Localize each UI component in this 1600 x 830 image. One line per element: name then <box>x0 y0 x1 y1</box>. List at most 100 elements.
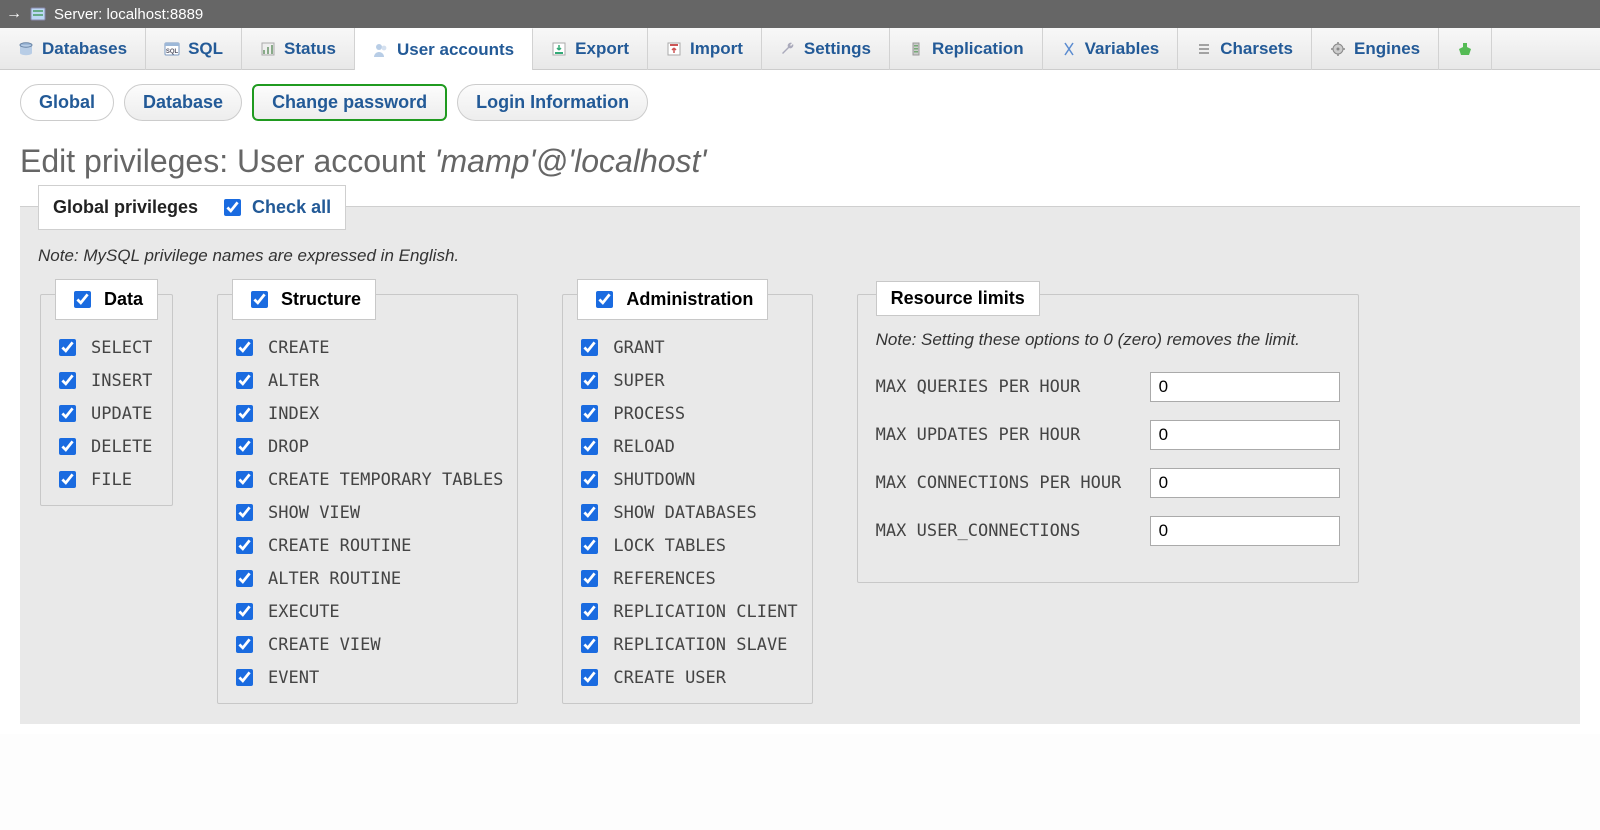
privilege-insert[interactable]: INSERT <box>55 369 158 392</box>
privilege-label: SHUTDOWN <box>613 470 695 490</box>
privilege-label: GRANT <box>613 338 664 358</box>
privilege-checkbox[interactable] <box>236 339 253 356</box>
privilege-checkbox[interactable] <box>581 636 598 653</box>
subtab-login-information[interactable]: Login Information <box>457 84 648 121</box>
privilege-checkbox[interactable] <box>581 603 598 620</box>
group-administration-legend[interactable]: Administration <box>577 279 768 320</box>
tab-import[interactable]: Import <box>648 28 762 70</box>
tab-settings[interactable]: Settings <box>762 28 890 70</box>
privilege-lock-tables[interactable]: LOCK TABLES <box>577 534 797 557</box>
privilege-label: CREATE USER <box>613 668 726 688</box>
privilege-checkbox[interactable] <box>236 669 253 686</box>
privilege-alter[interactable]: ALTER <box>232 369 503 392</box>
privilege-checkbox[interactable] <box>236 471 253 488</box>
privilege-reload[interactable]: RELOAD <box>577 435 797 458</box>
privilege-create-routine[interactable]: CREATE ROUTINE <box>232 534 503 557</box>
privilege-note: Note: MySQL privilege names are expresse… <box>38 246 1562 266</box>
privilege-shutdown[interactable]: SHUTDOWN <box>577 468 797 491</box>
group-data-checkbox[interactable] <box>74 291 91 308</box>
privilege-checkbox[interactable] <box>581 339 598 356</box>
privilege-process[interactable]: PROCESS <box>577 402 797 425</box>
privilege-create[interactable]: CREATE <box>232 336 503 359</box>
privilege-checkbox[interactable] <box>236 603 253 620</box>
wrench-icon <box>780 41 796 57</box>
privilege-event[interactable]: EVENT <box>232 666 503 689</box>
nav-arrow-icon[interactable]: → <box>6 5 22 23</box>
check-all[interactable]: Check all <box>220 196 331 219</box>
privilege-checkbox[interactable] <box>581 471 598 488</box>
limit-input[interactable] <box>1150 372 1340 402</box>
privilege-execute[interactable]: EXECUTE <box>232 600 503 623</box>
privilege-label: INSERT <box>91 371 152 391</box>
privilege-delete[interactable]: DELETE <box>55 435 158 458</box>
tab-export[interactable]: Export <box>533 28 648 70</box>
privilege-super[interactable]: SUPER <box>577 369 797 392</box>
privilege-checkbox[interactable] <box>236 636 253 653</box>
privilege-checkbox[interactable] <box>59 471 76 488</box>
tab-user-accounts[interactable]: User accounts <box>355 28 533 70</box>
privilege-checkbox[interactable] <box>236 372 253 389</box>
privilege-checkbox[interactable] <box>581 438 598 455</box>
privilege-update[interactable]: UPDATE <box>55 402 158 425</box>
group-structure: Structure CREATEALTERINDEXDROPCREATE TEM… <box>217 294 518 704</box>
privilege-checkbox[interactable] <box>581 372 598 389</box>
subtab-database[interactable]: Database <box>124 84 242 121</box>
engines-icon <box>1330 41 1346 57</box>
limit-row-max-user_connections: MAX USER_CONNECTIONS <box>876 516 1340 546</box>
limit-row-max-connections-per-hour: MAX CONNECTIONS PER HOUR <box>876 468 1340 498</box>
check-all-checkbox[interactable] <box>224 199 241 216</box>
limit-input[interactable] <box>1150 516 1340 546</box>
privilege-checkbox[interactable] <box>581 669 598 686</box>
privilege-create-user[interactable]: CREATE USER <box>577 666 797 689</box>
tab-engines[interactable]: Engines <box>1312 28 1439 70</box>
resource-limits: Resource limits Note: Setting these opti… <box>857 294 1359 583</box>
tab-replication[interactable]: Replication <box>890 28 1043 70</box>
privilege-index[interactable]: INDEX <box>232 402 503 425</box>
privilege-checkbox[interactable] <box>581 405 598 422</box>
privilege-create-temporary-tables[interactable]: CREATE TEMPORARY TABLES <box>232 468 503 491</box>
privilege-select[interactable]: SELECT <box>55 336 158 359</box>
global-privileges-title: Global privileges <box>53 197 198 218</box>
privilege-file[interactable]: FILE <box>55 468 158 491</box>
privilege-checkbox[interactable] <box>581 504 598 521</box>
tab-more[interactable] <box>1439 28 1492 70</box>
privilege-create-view[interactable]: CREATE VIEW <box>232 633 503 656</box>
tab-status[interactable]: Status <box>242 28 355 70</box>
privilege-references[interactable]: REFERENCES <box>577 567 797 590</box>
tab-sql[interactable]: SQLSQL <box>146 28 242 70</box>
privilege-replication-client[interactable]: REPLICATION CLIENT <box>577 600 797 623</box>
tab-databases[interactable]: Databases <box>0 28 146 70</box>
privilege-checkbox[interactable] <box>59 405 76 422</box>
privilege-checkbox[interactable] <box>236 405 253 422</box>
limit-input[interactable] <box>1150 468 1340 498</box>
limit-input[interactable] <box>1150 420 1340 450</box>
privilege-checkbox[interactable] <box>581 570 598 587</box>
privilege-label: CREATE TEMPORARY TABLES <box>268 470 503 490</box>
privilege-checkbox[interactable] <box>59 372 76 389</box>
privilege-checkbox[interactable] <box>59 438 76 455</box>
privilege-checkbox[interactable] <box>236 504 253 521</box>
privilege-checkbox[interactable] <box>59 339 76 356</box>
tab-variables[interactable]: Variables <box>1043 28 1179 70</box>
group-data-legend[interactable]: Data <box>55 279 158 320</box>
tab-charsets[interactable]: Charsets <box>1178 28 1312 70</box>
privilege-drop[interactable]: DROP <box>232 435 503 458</box>
subtab-global[interactable]: Global <box>20 84 114 121</box>
replication-icon <box>908 41 924 57</box>
privilege-checkbox[interactable] <box>581 537 598 554</box>
group-administration-checkbox[interactable] <box>596 291 613 308</box>
privilege-show-databases[interactable]: SHOW DATABASES <box>577 501 797 524</box>
privilege-label: DROP <box>268 437 309 457</box>
privilege-alter-routine[interactable]: ALTER ROUTINE <box>232 567 503 590</box>
privilege-show-view[interactable]: SHOW VIEW <box>232 501 503 524</box>
privilege-label: CREATE ROUTINE <box>268 536 411 556</box>
privilege-replication-slave[interactable]: REPLICATION SLAVE <box>577 633 797 656</box>
subtab-change-password[interactable]: Change password <box>252 84 447 121</box>
privilege-checkbox[interactable] <box>236 438 253 455</box>
privilege-checkbox[interactable] <box>236 537 253 554</box>
group-structure-checkbox[interactable] <box>251 291 268 308</box>
privilege-label: DELETE <box>91 437 152 457</box>
group-structure-legend[interactable]: Structure <box>232 279 376 320</box>
privilege-checkbox[interactable] <box>236 570 253 587</box>
privilege-grant[interactable]: GRANT <box>577 336 797 359</box>
